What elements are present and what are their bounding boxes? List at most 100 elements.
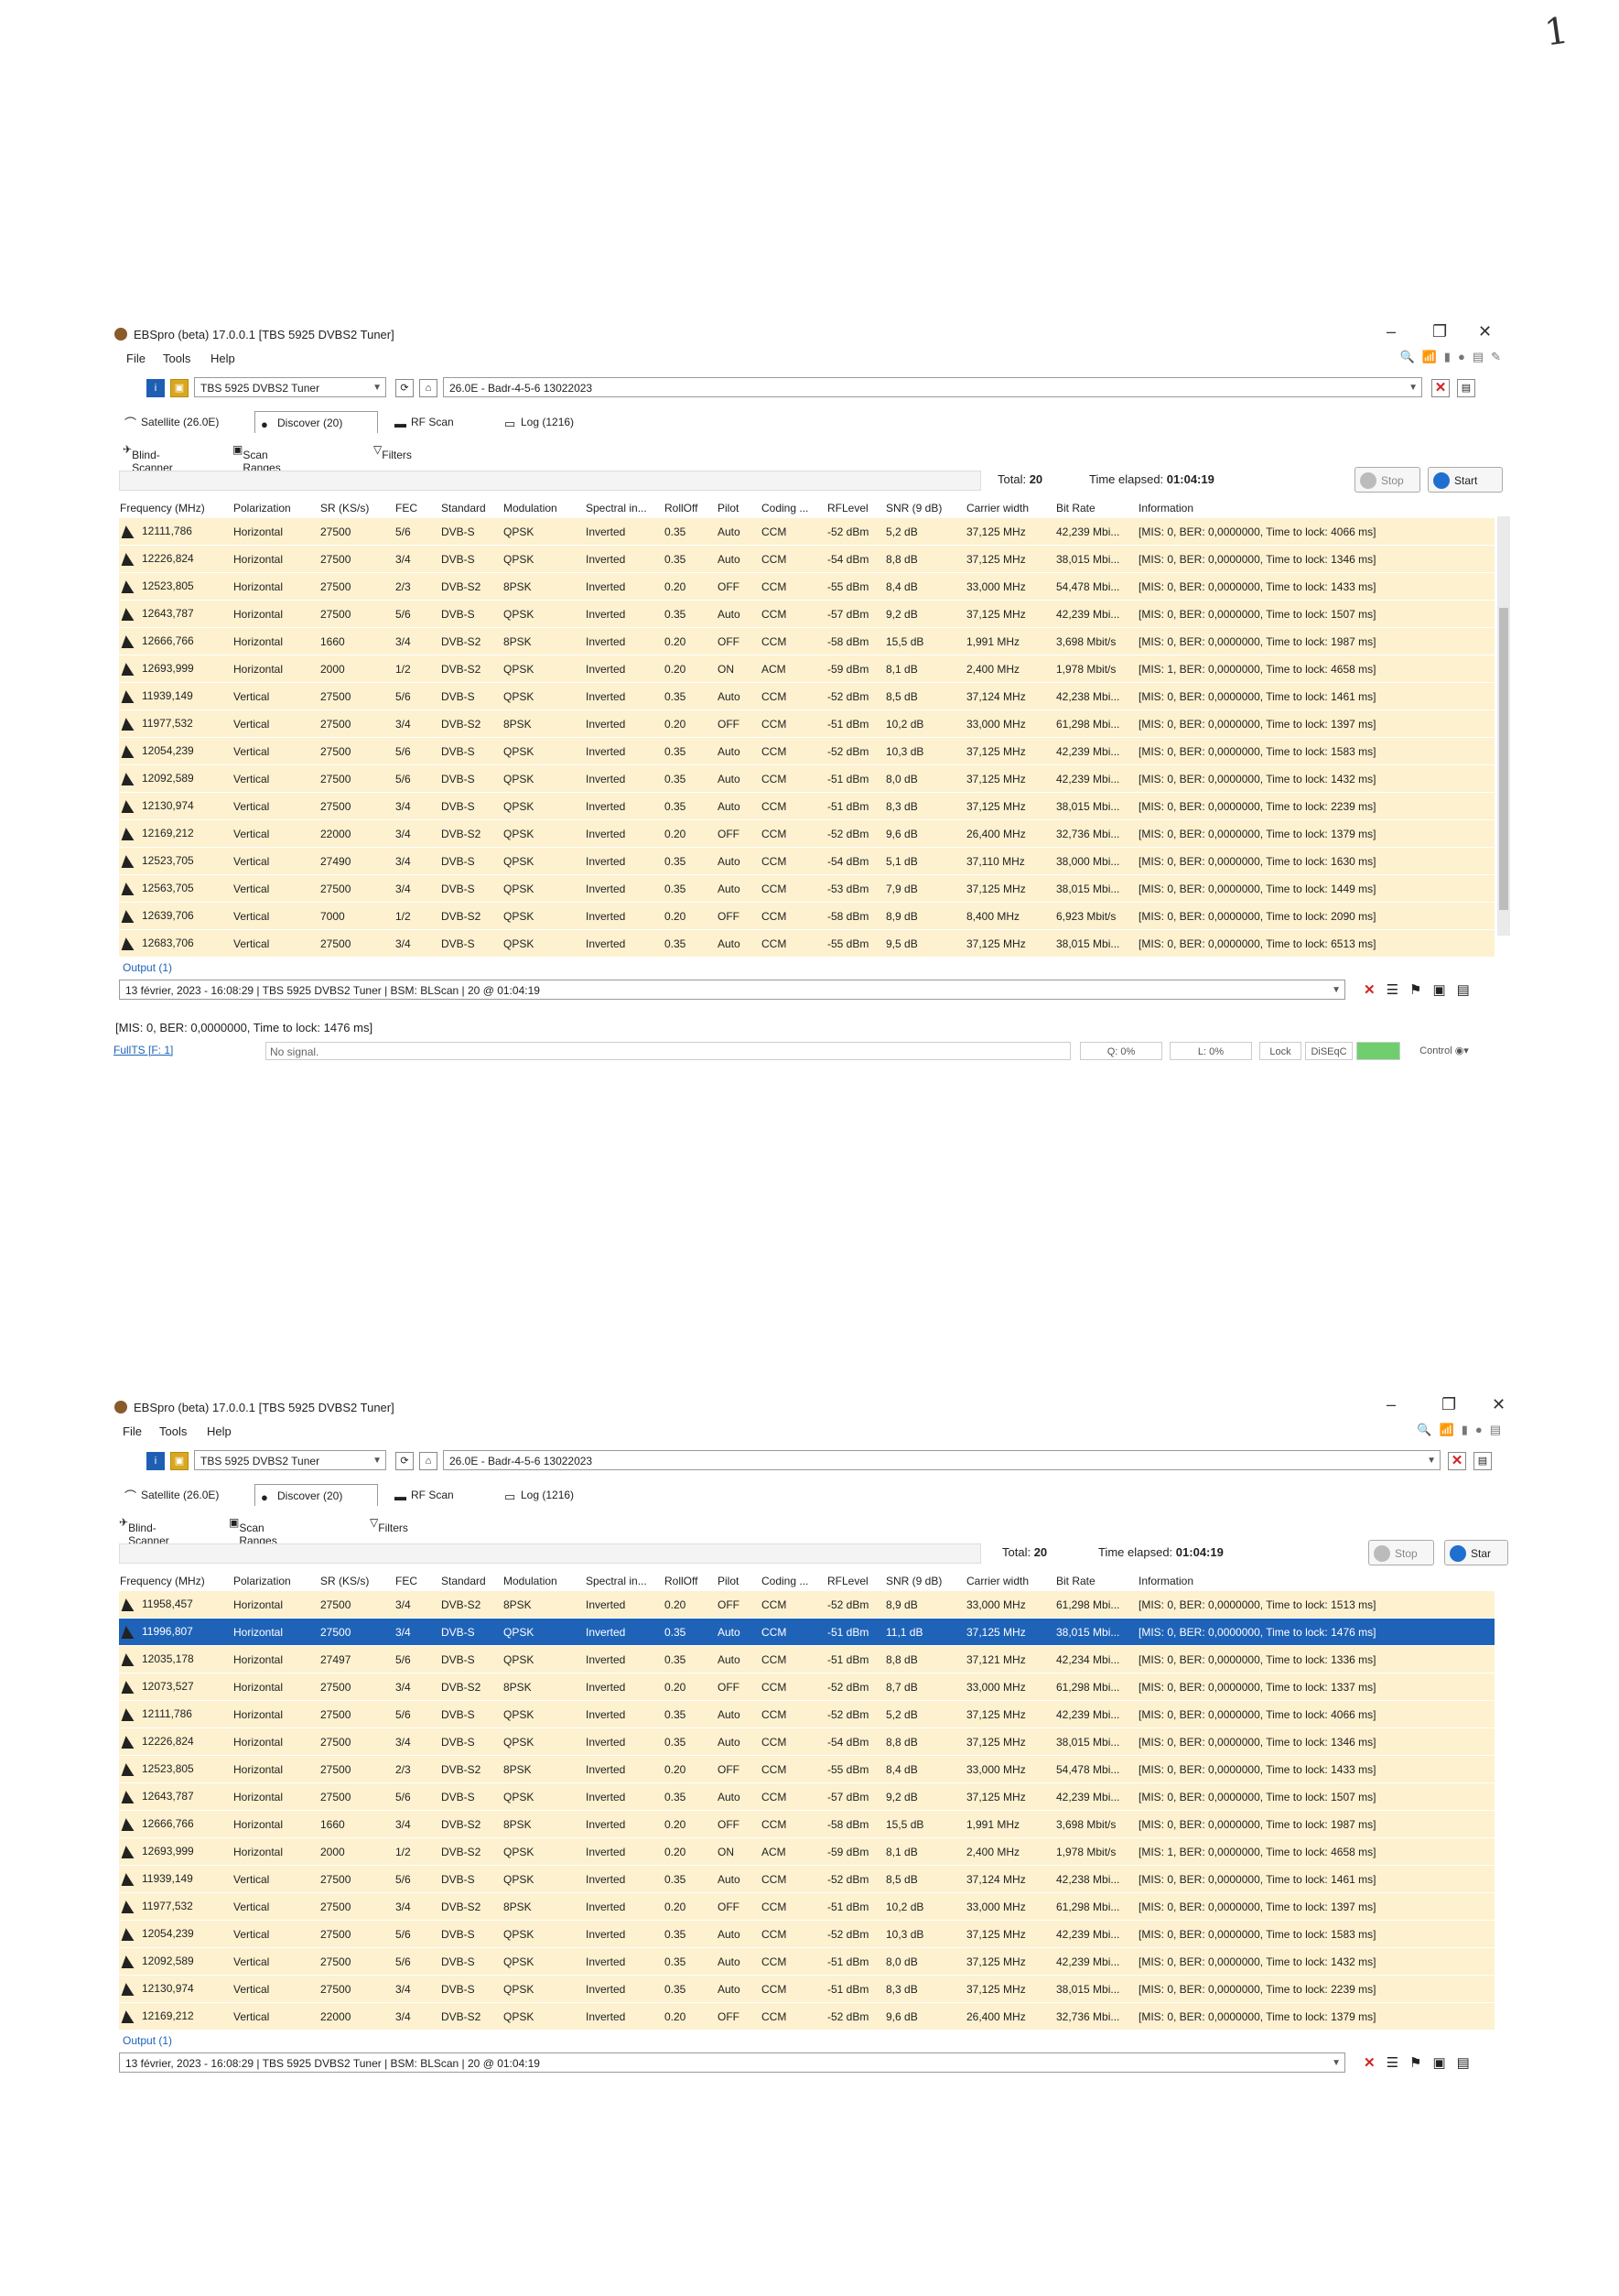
tuner-select[interactable]: TBS 5925 DVBS2 Tuner ▼ [194,1450,386,1470]
column-header[interactable]: Spectral in... [585,1571,664,1591]
column-header[interactable]: Modulation [502,1571,585,1591]
tab-rf-scan[interactable]: ▬ RF Scan [389,411,490,433]
table-row[interactable]: 12523,705 Vertical 27490 3/4 DVB-S QPSK Invert… [119,847,1495,875]
column-header[interactable]: Pilot [717,1571,761,1591]
export-icon[interactable]: ▤ [1457,982,1481,998]
clear-icon[interactable]: ✕ [1364,982,1387,998]
restore-icon[interactable]: ❐ [1441,1395,1456,1414]
table-row[interactable]: 12130,974 Vertical 27500 3/4 DVB-S QPSK Invert… [119,1975,1495,2003]
save-icon[interactable]: ▤ [1457,379,1475,397]
table-row[interactable]: 12226,824 Horizontal 27500 3/4 DVB-S QPSK Inve… [119,545,1495,573]
satellite-select[interactable]: 26.0E - Badr-4-5-6 13022023 ▼ [443,377,1422,397]
column-header[interactable]: SNR (9 dB) [885,1571,966,1591]
scrollbar-thumb[interactable] [1499,608,1508,910]
toolbar-icons[interactable]: 🔍📶▮●▤✎ [1399,350,1508,364]
subtab-filters[interactable]: ▽ Filters [373,443,412,461]
info-icon[interactable]: i [146,379,165,397]
tab-discover[interactable]: ● Discover (20) [254,1484,378,1506]
start-button[interactable]: Star [1444,1540,1508,1565]
column-header[interactable]: Carrier width [966,498,1055,518]
control-button[interactable]: Control ◉▾ [1406,1042,1483,1060]
menu-help[interactable]: Help [207,1424,232,1438]
column-header[interactable]: RFLevel [826,1571,885,1591]
table-row[interactable]: 12683,706 Vertical 27500 3/4 DVB-S QPSK Invert… [119,929,1495,958]
refresh-icon[interactable]: ⟳ [395,1452,414,1470]
table-row[interactable]: 11977,532 Vertical 27500 3/4 DVB-S2 8PSK Inver… [119,709,1495,738]
column-header[interactable]: Bit Rate [1055,1571,1138,1591]
output-label[interactable]: Output (1) [110,958,1519,978]
satellite-select[interactable]: 26.0E - Badr-4-5-6 13022023 ▼ [443,1450,1441,1470]
column-header[interactable]: RollOff [664,498,717,518]
menu-help[interactable]: Help [210,352,235,365]
table-row[interactable]: 12523,805 Horizontal 27500 2/3 DVB-S2 8PSK Inv… [119,572,1495,601]
output-select[interactable]: 13 février, 2023 - 16:08:29 | TBS 5925 D… [119,2052,1345,2073]
table-row[interactable]: 12111,786 Horizontal 27500 5/6 DVB-S QPSK Inve… [119,518,1495,546]
subtab-blind-scanner[interactable]: ✈ Blind-Scanner [119,1516,169,1547]
output-actions[interactable]: ✕☰⚑▣▤ [1364,2054,1481,2071]
table-row[interactable]: 11939,149 Vertical 27500 5/6 DVB-S QPSK Invert… [119,682,1495,710]
close-icon[interactable]: ✕ [1492,1395,1506,1414]
table-row[interactable]: 11977,532 Vertical 27500 3/4 DVB-S2 8PSK Inver… [119,1892,1495,1921]
tab-log[interactable]: ▭ Log (1216) [499,1484,609,1506]
remove-icon[interactable]: ✕ [1448,1452,1466,1470]
table-row[interactable]: 12666,766 Horizontal 1660 3/4 DVB-S2 8PSK Inve… [119,627,1495,655]
column-header[interactable]: Pilot [717,498,761,518]
table-row[interactable]: 12226,824 Horizontal 27500 3/4 DVB-S QPSK Inve… [119,1727,1495,1756]
column-header[interactable]: Modulation [502,498,585,518]
table-row[interactable]: 12092,589 Vertical 27500 5/6 DVB-S QPSK Invert… [119,764,1495,793]
column-header[interactable]: Carrier width [966,1571,1055,1591]
list-icon[interactable]: ☰ [1387,2055,1409,2071]
output-select[interactable]: 13 février, 2023 - 16:08:29 | TBS 5925 D… [119,980,1345,1000]
table-row[interactable]: 12073,527 Horizontal 27500 3/4 DVB-S2 8PSK Inv… [119,1673,1495,1701]
column-header[interactable]: Bit Rate [1055,498,1138,518]
table-row[interactable]: 12111,786 Horizontal 27500 5/6 DVB-S QPSK Inve… [119,1700,1495,1728]
filter-input[interactable] [119,1543,981,1564]
tab-discover[interactable]: ● Discover (20) [254,411,378,433]
output-actions[interactable]: ✕☰⚑▣▤ [1364,981,1481,998]
table-row[interactable]: 12643,787 Horizontal 27500 5/6 DVB-S QPSK Inve… [119,1782,1495,1811]
table-row[interactable]: 12693,999 Horizontal 2000 1/2 DVB-S2 QPSK Inve… [119,655,1495,683]
column-header[interactable]: Polarization [232,498,319,518]
save-icon[interactable]: ▣ [1432,2055,1456,2071]
table-row[interactable]: 12523,805 Horizontal 27500 2/3 DVB-S2 8PSK Inv… [119,1755,1495,1783]
table-row[interactable]: 12169,212 Vertical 22000 3/4 DVB-S2 QPSK Inver… [119,819,1495,848]
table-row[interactable]: 11958,457 Horizontal 27500 3/4 DVB-S2 8PSK Inv… [119,1591,1495,1619]
save-icon[interactable]: ▣ [1432,982,1456,998]
column-header[interactable]: FEC [394,498,440,518]
remove-icon[interactable]: ✕ [1431,379,1450,397]
table-row[interactable]: 12693,999 Horizontal 2000 1/2 DVB-S2 QPSK Inve… [119,1837,1495,1866]
tab-satellite[interactable]: ⌒ Satellite (26.0E) [119,1484,247,1506]
fullts-link[interactable]: FullTS [F: 1] [113,1044,173,1056]
column-header[interactable]: RFLevel [826,498,885,518]
column-header[interactable]: Frequency (MHz) [119,1571,232,1591]
subtab-blind-scanner[interactable]: ✈ Blind-Scanner [123,443,173,474]
export-icon[interactable]: ▤ [1457,2055,1481,2071]
tuner-select[interactable]: TBS 5925 DVBS2 Tuner ▼ [194,377,386,397]
table-row[interactable]: 12666,766 Horizontal 1660 3/4 DVB-S2 8PSK Inve… [119,1810,1495,1838]
minimize-icon[interactable]: – [1387,1395,1396,1414]
menu-file[interactable]: File [123,1424,142,1438]
clear-icon[interactable]: ✕ [1364,2055,1387,2071]
table-row[interactable]: 12092,589 Vertical 27500 5/6 DVB-S QPSK Invert… [119,1947,1495,1976]
table-row[interactable]: 12130,974 Vertical 27500 3/4 DVB-S QPSK Invert… [119,792,1495,820]
table-row[interactable]: 12035,178 Horizontal 27497 5/6 DVB-S QPSK Inve… [119,1645,1495,1673]
column-header[interactable]: Information [1138,1571,1495,1591]
column-header[interactable]: SR (KS/s) [319,498,394,518]
menu-tools[interactable]: Tools [159,1424,187,1438]
column-header[interactable]: Standard [440,1571,502,1591]
restore-icon[interactable]: ❐ [1432,322,1447,341]
flag-icon[interactable]: ⚑ [1409,2055,1432,2071]
lock-icon[interactable]: ▣ [170,379,189,397]
tab-satellite[interactable]: ⌒ Satellite (26.0E) [119,411,247,433]
table-row[interactable]: 12643,787 Horizontal 27500 5/6 DVB-S QPSK Inve… [119,600,1495,628]
column-header[interactable]: Information [1138,498,1495,518]
column-header[interactable]: Coding ... [761,498,826,518]
menu-file[interactable]: File [126,352,146,365]
column-header[interactable]: RollOff [664,1571,717,1591]
column-header[interactable]: Polarization [232,1571,319,1591]
info-icon[interactable]: i [146,1452,165,1470]
table-row[interactable]: 11939,149 Vertical 27500 5/6 DVB-S QPSK Invert… [119,1865,1495,1893]
tab-log[interactable]: ▭ Log (1216) [499,411,609,433]
refresh-icon[interactable]: ⟳ [395,379,414,397]
subtab-scan-ranges[interactable]: ▣ Scan Ranges (2 of 2) [232,443,281,487]
